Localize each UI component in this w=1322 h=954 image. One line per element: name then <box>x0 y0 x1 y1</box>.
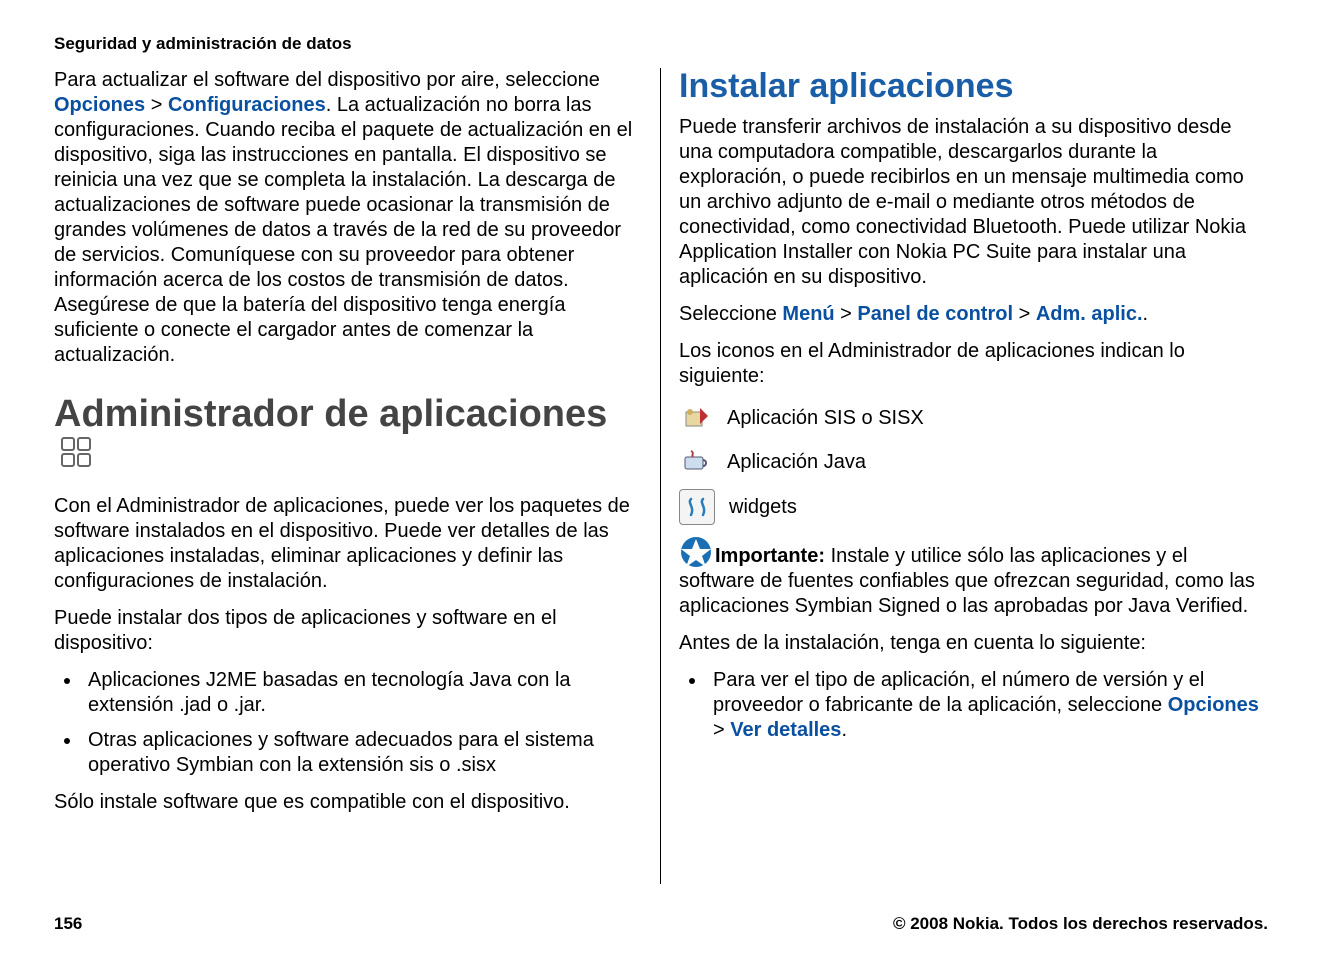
icon-legend-widget: widgets <box>679 489 1268 525</box>
list-item: Aplicaciones J2ME basadas en tecnología … <box>82 668 642 718</box>
menu-separator: > <box>1013 303 1036 325</box>
menu-path-opciones-2: Opciones <box>1168 694 1259 716</box>
icon-label: Aplicación SIS o SISX <box>727 406 924 431</box>
copyright-text: © 2008 Nokia. Todos los derechos reserva… <box>893 914 1268 934</box>
heading-instalar: Instalar aplicaciones <box>679 68 1268 105</box>
page-footer: 156 © 2008 Nokia. Todos los derechos res… <box>54 884 1268 934</box>
widget-icon <box>679 489 715 525</box>
text-fragment: Para actualizar el software del disposit… <box>54 69 600 91</box>
text-fragment: . <box>841 719 847 741</box>
menu-separator: > <box>145 94 168 116</box>
text-fragment: Para ver el tipo de aplicación, el númer… <box>713 669 1204 716</box>
heading-administrador: Administrador de aplicaciones <box>54 394 642 480</box>
menu-separator: > <box>713 719 730 741</box>
page-number: 156 <box>54 914 82 934</box>
right-paragraph-1: Puede transferir archivos de instalación… <box>679 115 1268 290</box>
right-paragraph-4: Antes de la instalación, tenga en cuenta… <box>679 631 1268 656</box>
icon-legend-sis: Aplicación SIS o SISX <box>679 401 1268 435</box>
list-item: Otras aplicaciones y software adecuados … <box>82 728 642 778</box>
menu-separator: > <box>835 303 858 325</box>
menu-path-panel-control: Panel de control <box>857 303 1013 325</box>
text-fragment: . <box>1143 303 1149 325</box>
sis-icon <box>679 401 713 435</box>
right-paragraph-2: Seleccione Menú > Panel de control > Adm… <box>679 302 1268 327</box>
java-icon <box>679 445 713 479</box>
two-column-layout: Para actualizar el software del disposit… <box>54 68 1268 884</box>
menu-path-configuraciones: Configuraciones <box>168 94 326 116</box>
document-page: Seguridad y administración de datos Para… <box>0 0 1322 954</box>
important-label: Importante: <box>715 545 831 567</box>
list-item: Para ver el tipo de aplicación, el númer… <box>707 668 1268 743</box>
section-header: Seguridad y administración de datos <box>54 34 1268 54</box>
app-grid-icon <box>60 436 94 480</box>
text-fragment: . La actualización no borra las configur… <box>54 94 632 366</box>
left-paragraph-2: Con el Administrador de aplicaciones, pu… <box>54 494 642 594</box>
heading-text: Administrador de aplicaciones <box>54 393 607 435</box>
important-note: Importante: Instale y utilice sólo las a… <box>679 535 1268 619</box>
right-column: Instalar aplicaciones Puede transferir a… <box>661 68 1268 884</box>
menu-path-opciones: Opciones <box>54 94 145 116</box>
left-paragraph-4: Sólo instale software que es compatible … <box>54 790 642 815</box>
left-paragraph-1: Para actualizar el software del disposit… <box>54 68 642 368</box>
icon-label: Aplicación Java <box>727 450 866 475</box>
icon-label: widgets <box>729 495 797 520</box>
menu-path-ver-detalles: Ver detalles <box>730 719 841 741</box>
left-paragraph-3: Puede instalar dos tipos de aplicaciones… <box>54 606 642 656</box>
right-bullet-list: Para ver el tipo de aplicación, el númer… <box>679 668 1268 743</box>
left-bullet-list: Aplicaciones J2ME basadas en tecnología … <box>54 668 642 778</box>
text-fragment: Seleccione <box>679 303 782 325</box>
left-column: Para actualizar el software del disposit… <box>54 68 661 884</box>
right-paragraph-3: Los iconos en el Administrador de aplica… <box>679 339 1268 389</box>
icon-legend-java: Aplicación Java <box>679 445 1268 479</box>
menu-path-menu: Menú <box>782 303 834 325</box>
important-icon <box>679 535 713 569</box>
menu-path-adm-aplic: Adm. aplic. <box>1036 303 1143 325</box>
